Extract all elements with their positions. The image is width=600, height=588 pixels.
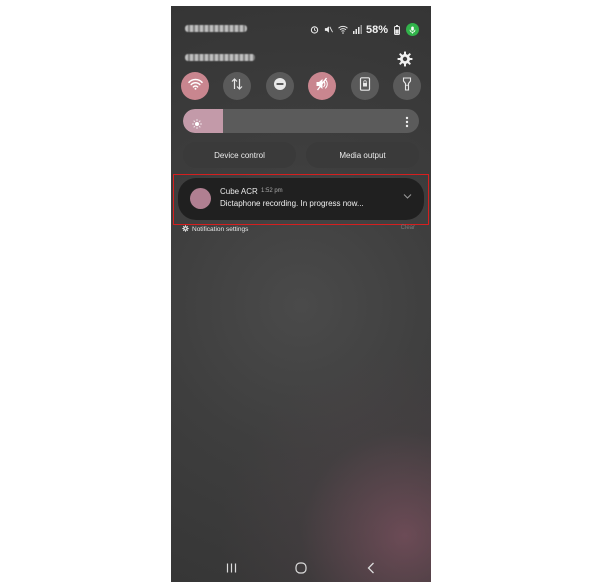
quick-settings-row (181, 72, 421, 100)
settings-gear-icon[interactable] (397, 51, 413, 67)
recent-apps-icon[interactable] (224, 561, 238, 575)
sun-icon (192, 116, 202, 129)
brightness-fill (183, 109, 224, 133)
wifi-icon (187, 77, 203, 95)
control-pills: Device control Media output (183, 142, 419, 168)
gear-icon (182, 225, 189, 234)
mute-icon (315, 77, 329, 96)
clear-button[interactable]: Clear (401, 225, 415, 231)
portrait-lock-toggle[interactable] (350, 72, 379, 100)
mobile-data-icon (230, 77, 244, 96)
notification-card[interactable]: Cube ACR 1:52 pm Dictaphone recording. I… (178, 178, 424, 220)
app-avatar (190, 188, 211, 209)
media-output-button[interactable]: Media output (306, 142, 419, 168)
wifi-status-icon (338, 25, 348, 35)
notification-settings-link[interactable]: Notification settings (182, 225, 248, 234)
microphone-icon (406, 23, 419, 36)
notification-shade: 58% Device control Media output Cube ACR… (171, 6, 431, 582)
blurred-date-text (185, 54, 255, 61)
notification-body: Dictaphone recording. In progress now... (220, 199, 364, 208)
wifi-toggle[interactable] (181, 72, 209, 100)
sound-mode-toggle[interactable] (308, 72, 337, 100)
notification-settings-label: Notification settings (192, 226, 249, 233)
battery-icon (392, 24, 402, 35)
do-not-disturb-toggle[interactable] (265, 72, 294, 100)
mute-status-icon (324, 25, 334, 35)
notification-app-name: Cube ACR (220, 187, 258, 196)
chevron-down-icon[interactable] (403, 187, 412, 199)
status-bar: 58% (171, 6, 431, 46)
more-options-icon[interactable] (405, 115, 409, 128)
device-control-button[interactable]: Device control (183, 142, 296, 168)
do-not-disturb-icon (273, 77, 287, 96)
portrait-lock-icon (359, 76, 371, 96)
signal-icon (352, 25, 362, 35)
mobile-data-toggle[interactable] (223, 72, 252, 100)
flashlight-toggle[interactable] (392, 72, 421, 100)
alarm-icon (310, 25, 320, 35)
blurred-carrier-text (185, 25, 247, 32)
status-icons: 58% (310, 23, 419, 36)
brightness-slider[interactable] (183, 109, 419, 133)
back-icon[interactable] (364, 561, 378, 575)
flashlight-icon (402, 76, 412, 96)
navigation-bar (171, 554, 431, 582)
home-icon[interactable] (294, 561, 308, 575)
notification-time: 1:52 pm (261, 188, 283, 194)
battery-percentage: 58% (365, 23, 388, 36)
